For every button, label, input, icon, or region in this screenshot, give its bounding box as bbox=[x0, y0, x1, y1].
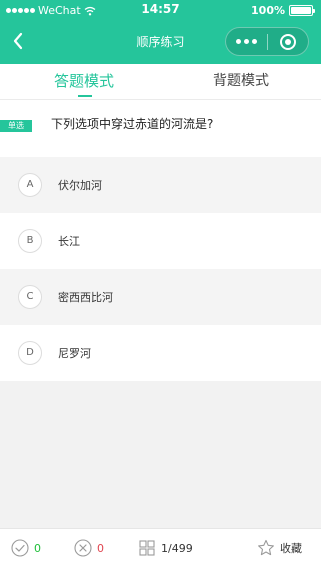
bottom-toolbar: 0 0 1/499 收藏 bbox=[0, 528, 321, 567]
grid-icon bbox=[139, 540, 155, 556]
question-text: 下列选项中穿过赤道的河流是? bbox=[51, 117, 214, 131]
status-bar: WeChat 14:57 100% bbox=[0, 0, 321, 20]
wrong-count-button[interactable]: 0 bbox=[74, 538, 104, 558]
question-progress: 1/499 bbox=[161, 541, 193, 555]
close-ring-icon bbox=[279, 33, 296, 50]
mode-tabs: 答题模式 背题模式 bbox=[0, 64, 321, 100]
correct-count-button[interactable]: 0 bbox=[11, 538, 41, 558]
mini-program-capsule bbox=[225, 27, 309, 56]
check-circle-icon bbox=[11, 539, 29, 557]
more-button[interactable] bbox=[226, 28, 267, 55]
header: WeChat 14:57 100% 顺序练习 bbox=[0, 0, 321, 64]
option-letter: A bbox=[18, 173, 42, 197]
option-text: 长江 bbox=[58, 235, 80, 248]
question-type-badge: 单选 bbox=[0, 120, 32, 132]
star-icon bbox=[258, 539, 274, 556]
battery-percent: 100% bbox=[251, 4, 285, 17]
answer-sheet-button[interactable]: 1/499 bbox=[138, 538, 193, 558]
option-text: 密西西比河 bbox=[58, 291, 113, 304]
close-button[interactable] bbox=[268, 28, 309, 55]
favorite-button[interactable]: 收藏 bbox=[257, 538, 302, 558]
option-letter: C bbox=[18, 285, 42, 309]
option-d[interactable]: D 尼罗河 bbox=[0, 325, 321, 381]
tab-memorize-mode[interactable]: 背题模式 bbox=[161, 64, 321, 100]
battery-status: 100% bbox=[251, 4, 315, 17]
option-text: 伏尔加河 bbox=[58, 179, 102, 192]
x-circle-icon bbox=[74, 539, 92, 557]
correct-count: 0 bbox=[34, 541, 41, 555]
option-text: 尼罗河 bbox=[58, 347, 91, 360]
battery-icon bbox=[289, 5, 315, 16]
active-tab-indicator bbox=[78, 95, 92, 97]
option-letter: D bbox=[18, 341, 42, 365]
option-a[interactable]: A 伏尔加河 bbox=[0, 157, 321, 213]
favorite-label: 收藏 bbox=[280, 542, 302, 555]
option-letter: B bbox=[18, 229, 42, 253]
option-c[interactable]: C 密西西比河 bbox=[0, 269, 321, 325]
nav-bar: 顺序练习 bbox=[0, 20, 321, 64]
more-dots-icon bbox=[235, 39, 241, 44]
option-b[interactable]: B 长江 bbox=[0, 213, 321, 269]
wrong-count: 0 bbox=[97, 541, 104, 555]
question-block: 单选 下列选项中穿过赤道的河流是? bbox=[0, 100, 321, 157]
